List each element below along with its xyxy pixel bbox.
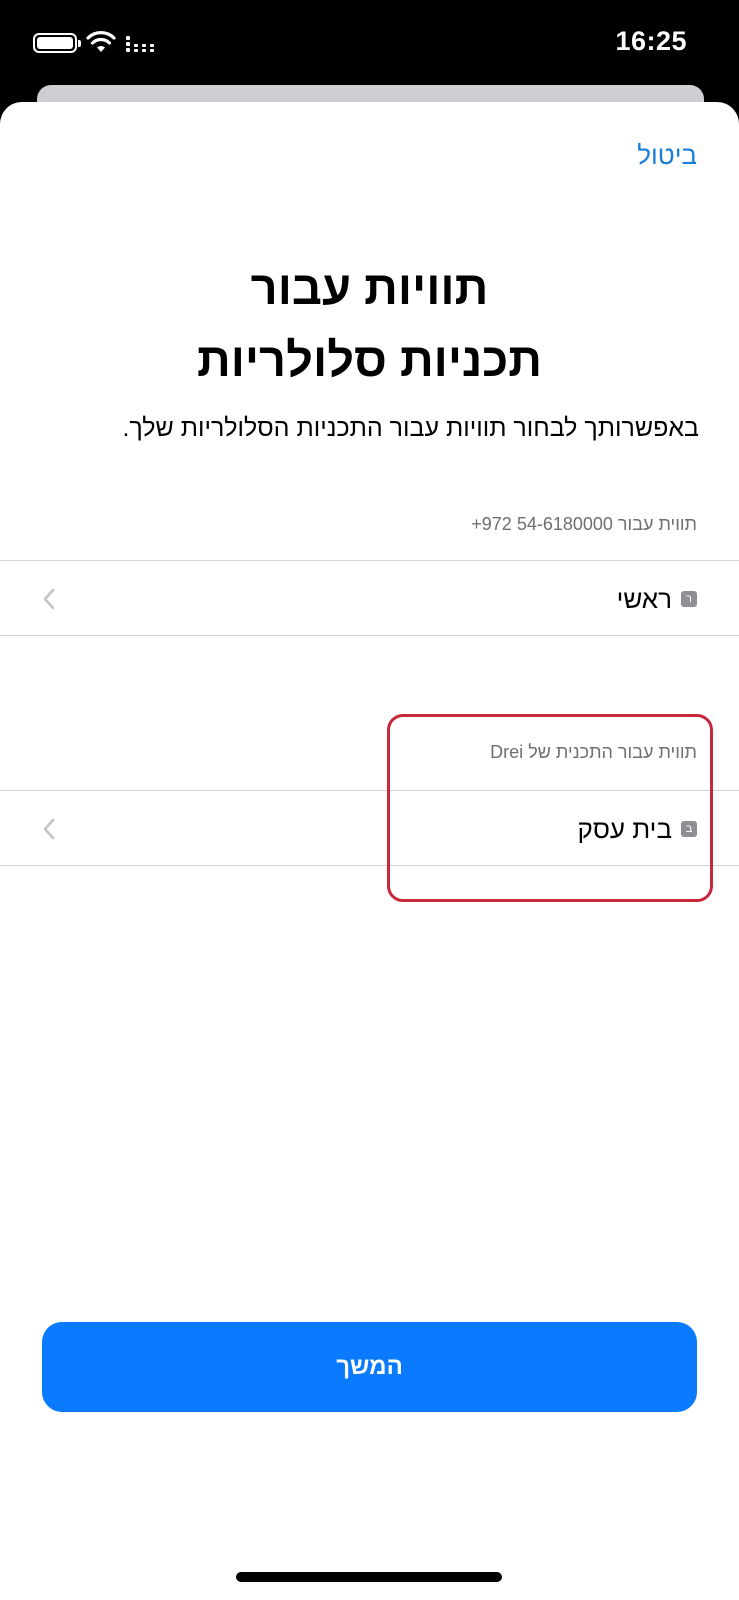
chevron-left-icon: [43, 588, 55, 610]
plan-label-primary: ר ראשי: [617, 561, 697, 637]
plan-label-business: ב בית עסק: [577, 791, 697, 867]
home-indicator[interactable]: [236, 1572, 502, 1582]
cellular-signal-icon: [126, 36, 154, 52]
plan-label-row-business[interactable]: ב בית עסק: [0, 790, 739, 866]
plan-badge-icon: ב: [681, 821, 697, 837]
plan-label-text: בית עסק: [577, 813, 673, 844]
wifi-icon: [86, 31, 116, 52]
battery-icon: [33, 33, 81, 53]
page-title: תוויות עבור תכניות סלולריות: [40, 252, 699, 396]
cancel-button[interactable]: ביטול: [637, 140, 697, 171]
status-time: 16:25: [615, 26, 687, 56]
page-title-line-2: תכניות סלולריות: [196, 333, 543, 386]
page-title-line-1: תוויות עבור: [250, 261, 489, 314]
status-bar: 16:25: [0, 0, 739, 90]
plan-label-text: ראשי: [616, 583, 672, 614]
plan-1-section-label: תווית עבור 54-6180000 972+: [471, 514, 697, 534]
continue-button[interactable]: המשך: [42, 1322, 697, 1412]
plan-2-section-label: תווית עבור התכנית של Drei: [490, 742, 697, 762]
screen: 16:25 ביטול תוויות עבור תכניות סלולריות …: [0, 0, 739, 1600]
modal-sheet: ביטול תוויות עבור תכניות סלולריות באפשרו…: [0, 102, 739, 1600]
plan-badge-icon: ר: [681, 591, 697, 607]
plan-label-row-primary[interactable]: ר ראשי: [0, 560, 739, 636]
chevron-left-icon: [43, 818, 55, 840]
page-subtitle: באפשרותך לבחור תוויות עבור התכניות הסלול…: [122, 414, 699, 442]
